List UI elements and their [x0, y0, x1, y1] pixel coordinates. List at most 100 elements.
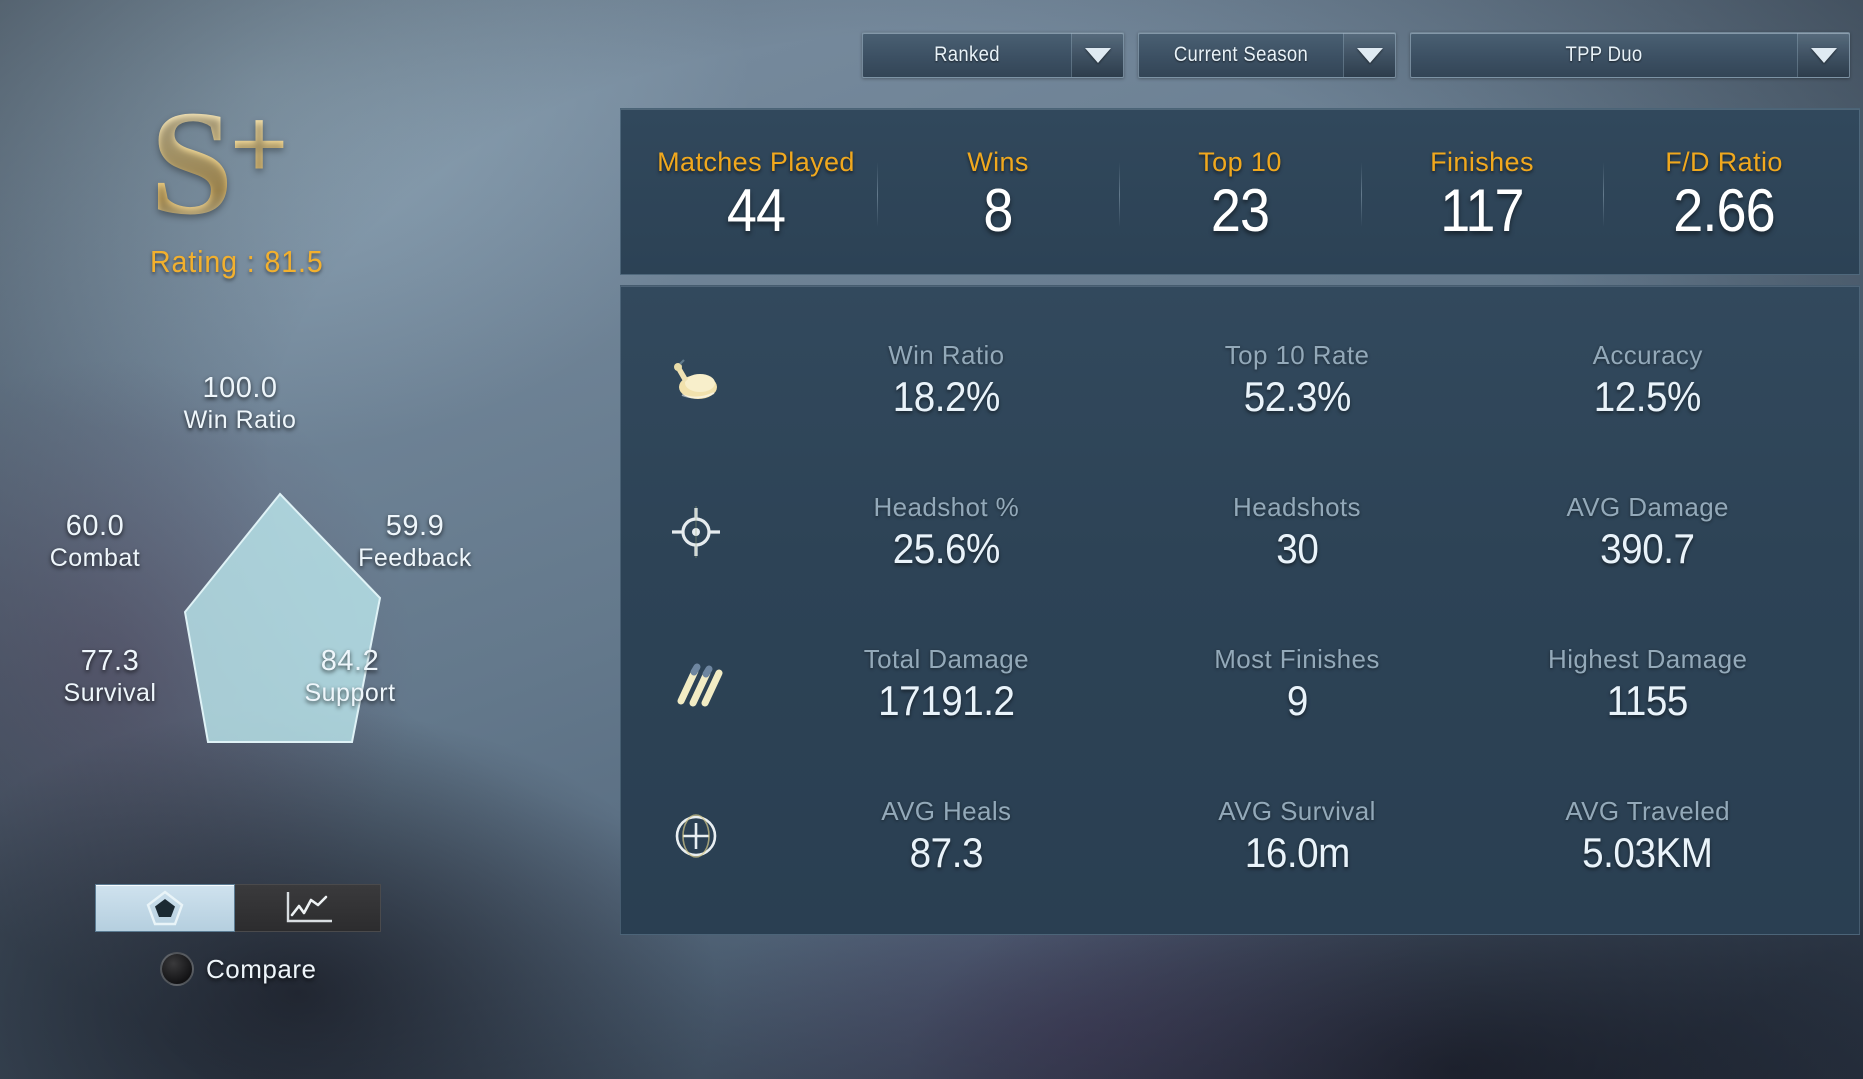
- chevron-down-icon[interactable]: [1071, 33, 1123, 77]
- view-toggle-radar[interactable]: [95, 884, 235, 932]
- radar-value-combat: 60.0: [65, 510, 125, 542]
- stat-headshots: Headshots 30: [1122, 492, 1473, 573]
- radar-name-feedback: Feedback: [358, 544, 472, 572]
- kpi-fd-ratio: F/D Ratio 2.66: [1603, 147, 1845, 242]
- dropdown-match-type-label: Ranked: [934, 43, 1000, 66]
- radar-label-survival: 77.3 Survival: [20, 645, 200, 708]
- stat-value: 12.5%: [1594, 372, 1702, 420]
- stat-label: Top 10 Rate: [1224, 339, 1370, 370]
- dropdown-season[interactable]: Current Season: [1138, 32, 1396, 78]
- detail-stats-panel: Win Ratio 18.2% Top 10 Rate 52.3% Accura…: [620, 285, 1860, 935]
- kpi-wins: Wins 8: [877, 147, 1119, 245]
- stat-label: Accuracy: [1592, 339, 1703, 370]
- pentagon-chart-icon: [146, 890, 184, 926]
- kpi-value: 8: [983, 177, 1013, 245]
- chart-view-toggle-group: [95, 884, 381, 932]
- kpi-label: Finishes: [1430, 147, 1534, 178]
- dropdown-match-type[interactable]: Ranked: [862, 32, 1124, 78]
- chevron-down-icon[interactable]: [1343, 33, 1395, 77]
- rating-text: Rating : 81.5: [150, 244, 324, 279]
- kpi-value: 44: [726, 177, 786, 245]
- stat-label: AVG Survival: [1218, 795, 1376, 826]
- radar-value-survival: 77.3: [80, 645, 140, 677]
- stat-label: AVG Heals: [881, 795, 1012, 826]
- stat-cells: Headshot % 25.6% Headshots 30 AVG Damage…: [771, 492, 1859, 573]
- radar-chart: 100.0 Win Ratio 59.9 Feedback 60.0 Comba…: [10, 372, 530, 760]
- kpi-label: F/D Ratio: [1665, 147, 1783, 178]
- line-chart-icon: [286, 892, 332, 923]
- compare-toggle[interactable]: Compare: [160, 952, 316, 986]
- kpi-matches-played: Matches Played 44: [635, 147, 877, 241]
- rank-tier-letter: S: [150, 80, 233, 246]
- kpi-label: Matches Played: [657, 147, 855, 178]
- chicken-dinner-icon: [621, 357, 771, 403]
- stat-label: Total Damage: [863, 643, 1029, 674]
- stat-value: 9: [1286, 676, 1308, 724]
- radar-name-support: Support: [304, 679, 396, 707]
- summary-row: Matches Played 44 Wins 8 Top 10 23 Finis…: [621, 109, 1859, 274]
- stat-row-support: AVG Heals 87.3 AVG Survival 16.0m AVG Tr…: [621, 760, 1859, 912]
- stat-avg-heals: AVG Heals 87.3: [771, 796, 1122, 877]
- stat-value: 390.7: [1600, 524, 1695, 572]
- stat-avg-traveled: AVG Traveled 5.03KM: [1472, 796, 1823, 877]
- radar-value-feedback: 59.9: [385, 510, 445, 542]
- kpi-finishes: Finishes 117: [1361, 147, 1603, 245]
- radar-label-support: 84.2 Support: [260, 645, 440, 708]
- stat-label: Most Finishes: [1214, 643, 1380, 674]
- stat-value: 17191.2: [878, 676, 1015, 724]
- kpi-value: 23: [1210, 177, 1270, 245]
- stat-win-ratio: Win Ratio 18.2%: [771, 340, 1122, 421]
- stat-row-general: Win Ratio 18.2% Top 10 Rate 52.3% Accura…: [621, 304, 1859, 456]
- kpi-value: 117: [1440, 177, 1524, 245]
- stat-value: 30: [1275, 524, 1319, 572]
- dropdown-season-label: Current Season: [1173, 43, 1309, 66]
- stat-row-accuracy: Headshot % 25.6% Headshots 30 AVG Damage…: [621, 456, 1859, 608]
- stat-value: 1155: [1607, 676, 1689, 724]
- stat-label: Highest Damage: [1548, 643, 1748, 674]
- radar-name-combat: Combat: [49, 544, 141, 572]
- radar-label-feedback: 59.9 Feedback: [320, 510, 510, 573]
- stat-avg-damage: AVG Damage 390.7: [1472, 492, 1823, 573]
- compare-label: Compare: [206, 953, 317, 984]
- stat-label: Headshots: [1233, 491, 1361, 522]
- stat-label: Win Ratio: [888, 339, 1005, 370]
- filter-bar: Ranked Current Season TPP Duo: [862, 32, 1852, 78]
- kpi-label: Top 10: [1198, 147, 1282, 178]
- stat-value: 16.0m: [1244, 828, 1350, 876]
- dropdown-mode[interactable]: TPP Duo: [1410, 32, 1850, 78]
- bullets-icon: [621, 659, 771, 709]
- stat-cells: AVG Heals 87.3 AVG Survival 16.0m AVG Tr…: [771, 796, 1859, 877]
- stat-value: 25.6%: [892, 524, 1001, 572]
- stat-accuracy: Accuracy 12.5%: [1472, 340, 1823, 421]
- stat-label: AVG Traveled: [1565, 795, 1731, 826]
- stat-headshot-percent: Headshot % 25.6%: [771, 492, 1122, 573]
- rank-block: S+ Rating : 81.5: [150, 88, 510, 280]
- stat-label: AVG Damage: [1566, 491, 1729, 522]
- stat-cells: Total Damage 17191.2 Most Finishes 9 Hig…: [771, 644, 1859, 725]
- rank-tier-plus: +: [229, 87, 288, 202]
- medkit-plus-icon: [621, 811, 771, 861]
- chevron-down-icon[interactable]: [1797, 33, 1849, 77]
- stat-value: 5.03KM: [1582, 828, 1713, 876]
- rank-tier-badge: S+: [150, 88, 510, 238]
- kpi-top-10: Top 10 23: [1119, 147, 1361, 245]
- stat-value: 52.3%: [1243, 372, 1351, 420]
- compare-checkbox[interactable]: [160, 952, 194, 986]
- stat-avg-survival: AVG Survival 16.0m: [1122, 796, 1473, 877]
- stat-total-damage: Total Damage 17191.2: [771, 644, 1122, 725]
- stat-cells: Win Ratio 18.2% Top 10 Rate 52.3% Accura…: [771, 340, 1859, 421]
- kpi-label: Wins: [967, 147, 1029, 178]
- radar-value-support: 84.2: [320, 645, 380, 677]
- stat-value: 18.2%: [892, 372, 1001, 420]
- stat-label: Headshot %: [873, 491, 1020, 522]
- summary-panel: Matches Played 44 Wins 8 Top 10 23 Finis…: [620, 108, 1860, 275]
- detail-stats-rows: Win Ratio 18.2% Top 10 Rate 52.3% Accura…: [621, 286, 1859, 934]
- stat-most-finishes: Most Finishes 9: [1122, 644, 1473, 725]
- stat-highest-damage: Highest Damage 1155: [1472, 644, 1823, 725]
- radar-label-combat: 60.0 Combat: [0, 510, 190, 573]
- radar-value-win-ratio: 100.0: [202, 372, 278, 404]
- stat-row-damage: Total Damage 17191.2 Most Finishes 9 Hig…: [621, 608, 1859, 760]
- stat-value: 87.3: [909, 828, 984, 876]
- view-toggle-line[interactable]: [235, 884, 381, 932]
- crosshair-icon: [621, 506, 771, 558]
